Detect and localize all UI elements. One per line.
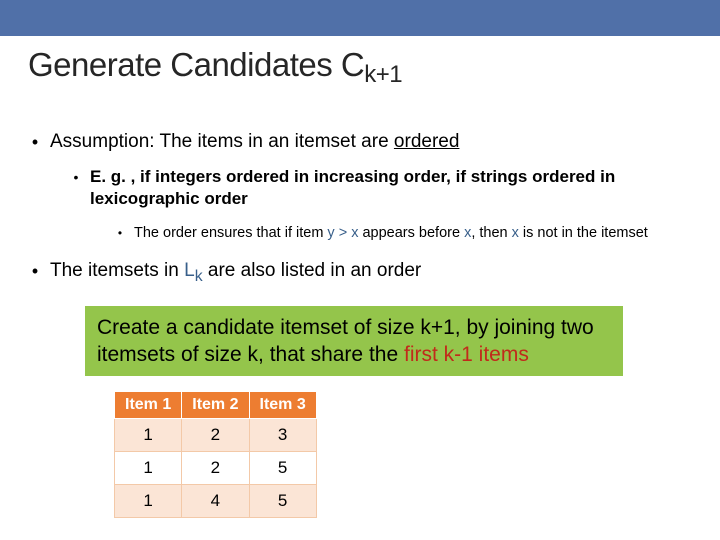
text-fragment: are also listed in an order bbox=[203, 260, 422, 281]
bullet-text: The itemsets in Lk are also listed in an… bbox=[50, 259, 700, 289]
text-fragment: Assumption: The items in an itemset are bbox=[50, 131, 394, 152]
table-header-row: Item 1 Item 2 Item 3 bbox=[115, 391, 317, 418]
callout-highlight: first k-1 items bbox=[404, 343, 529, 366]
cell: 1 bbox=[115, 418, 182, 451]
itemset-table: Item 1 Item 2 Item 3 1 2 3 1 2 5 1 4 5 bbox=[114, 391, 317, 518]
cell: 5 bbox=[249, 451, 316, 484]
text-fragment: The itemsets in bbox=[50, 260, 184, 281]
slide-title: Generate Candidates Ck+1 bbox=[28, 46, 402, 84]
title-text: Generate Candidates C bbox=[28, 46, 364, 83]
text-fragment: , then bbox=[471, 225, 511, 241]
cell: 4 bbox=[182, 484, 249, 517]
cell: 2 bbox=[182, 418, 249, 451]
bullet-example: • E. g. , if integers ordered in increas… bbox=[62, 166, 700, 243]
bullet-text: Assumption: The items in an itemset are … bbox=[50, 130, 700, 154]
bullet-text: The order ensures that if item y > x app… bbox=[134, 224, 700, 243]
bullet-dot: • bbox=[106, 224, 134, 242]
text-fragment: appears before bbox=[358, 225, 464, 241]
bullet-text: E. g. , if integers ordered in increasin… bbox=[90, 166, 700, 210]
cell: 1 bbox=[115, 451, 182, 484]
var-x: x bbox=[512, 225, 519, 241]
cell: 2 bbox=[182, 451, 249, 484]
table-row: 1 4 5 bbox=[115, 484, 317, 517]
var-y-gt-x: y > x bbox=[327, 225, 358, 241]
col-item2: Item 2 bbox=[182, 391, 249, 418]
slide-body: • Assumption: The items in an itemset ar… bbox=[20, 130, 700, 518]
bullet-dot: • bbox=[62, 166, 90, 188]
cell: 3 bbox=[249, 418, 316, 451]
text-fragment: The order ensures that if item bbox=[134, 225, 327, 241]
callout-box: Create a candidate itemset of size k+1, … bbox=[84, 305, 624, 377]
var-lk: Lk bbox=[184, 260, 203, 281]
bullet-order-note: • The order ensures that if item y > x a… bbox=[106, 224, 700, 243]
bullet-dot: • bbox=[20, 130, 50, 154]
cell: 1 bbox=[115, 484, 182, 517]
bullet-itemsets-ordered: • The itemsets in Lk are also listed in … bbox=[20, 259, 700, 289]
col-item1: Item 1 bbox=[115, 391, 182, 418]
text-ordered: ordered bbox=[394, 131, 460, 152]
table-row: 1 2 5 bbox=[115, 451, 317, 484]
text-fragment: L bbox=[184, 260, 195, 281]
header-bar bbox=[0, 0, 720, 36]
bullet-dot: • bbox=[20, 259, 50, 283]
title-subscript: k+1 bbox=[364, 61, 402, 88]
bullet-assumption: • Assumption: The items in an itemset ar… bbox=[20, 130, 700, 243]
table-row: 1 2 3 bbox=[115, 418, 317, 451]
text-fragment: is not in the itemset bbox=[519, 225, 648, 241]
col-item3: Item 3 bbox=[249, 391, 316, 418]
text-subscript: k bbox=[195, 268, 203, 285]
cell: 5 bbox=[249, 484, 316, 517]
